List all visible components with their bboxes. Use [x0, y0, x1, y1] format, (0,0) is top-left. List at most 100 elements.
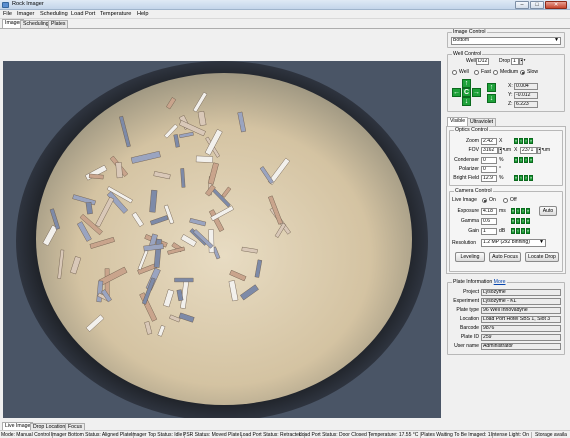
- exposure-unit: ms: [499, 208, 506, 214]
- condenser-increase-button[interactable]: »: [529, 157, 533, 163]
- fov-width-input[interactable]: 3162: [481, 147, 498, 154]
- plate-field-value: 259: [481, 334, 561, 341]
- polarizer-unit: °: [499, 166, 502, 172]
- condenser-input[interactable]: 0: [481, 157, 497, 164]
- bright-step-up-button[interactable]: ›: [524, 175, 528, 181]
- well-input[interactable]: D12: [476, 58, 489, 65]
- menu-scheduling[interactable]: Scheduling: [40, 11, 68, 17]
- resolution-select[interactable]: 1.2 MP (2x2 binning) ▼: [481, 239, 546, 247]
- focus-down-button[interactable]: ↓: [487, 94, 496, 103]
- condenser-step-up-button[interactable]: ›: [524, 157, 528, 163]
- exposure-input[interactable]: 4.18: [481, 208, 497, 215]
- drop-spinner[interactable]: ▲▼: [519, 58, 526, 65]
- menu-bar: File Imager Scheduling Load Port Tempera…: [0, 10, 570, 19]
- drop-input[interactable]: 1: [511, 58, 519, 65]
- bright-increase-button[interactable]: »: [529, 175, 533, 181]
- live-image-view[interactable]: [3, 61, 441, 418]
- exposure-increase-button[interactable]: »: [526, 208, 530, 214]
- fov-height-input[interactable]: 2371: [520, 147, 537, 154]
- move-right-button[interactable]: →: [472, 88, 481, 97]
- gain-step-down-button[interactable]: ‹: [516, 228, 520, 234]
- plate-field-label: Plate ID: [460, 334, 479, 340]
- close-button[interactable]: ✕: [545, 1, 567, 9]
- polarizer-input[interactable]: 0: [481, 166, 497, 173]
- speed-medium-radio[interactable]: [493, 70, 498, 75]
- bright-field-input[interactable]: 12.9: [481, 175, 497, 182]
- tab-plates[interactable]: Plates: [48, 20, 69, 28]
- menu-imager[interactable]: Imager: [17, 11, 34, 17]
- condenser-decrease-button[interactable]: «: [514, 157, 518, 163]
- condenser-step-down-button[interactable]: ‹: [519, 157, 523, 163]
- zoom-step-up-button[interactable]: ›: [524, 138, 528, 144]
- gamma-input[interactable]: 0.6: [481, 218, 497, 225]
- zoom-decrease-button[interactable]: «: [514, 138, 518, 144]
- move-down-button[interactable]: ↓: [462, 97, 471, 106]
- bright-decrease-button[interactable]: «: [514, 175, 518, 181]
- tab-live-image[interactable]: Live Image: [2, 422, 34, 430]
- fov-height-spinner[interactable]: ▲▼: [537, 147, 544, 154]
- gamma-increase-button[interactable]: »: [526, 218, 530, 224]
- plate-field-value: Lysozyme: [481, 289, 561, 296]
- speed-fast-label: Fast: [481, 69, 491, 75]
- gain-decrease-button[interactable]: «: [511, 228, 515, 234]
- gamma-step-up-button[interactable]: ›: [521, 218, 525, 224]
- arrow-down-icon: ↓: [464, 98, 469, 105]
- crystal-shard: [115, 162, 123, 179]
- zoom-step-down-button[interactable]: ‹: [519, 138, 523, 144]
- image-source-select[interactable]: Bottom ▼: [451, 37, 561, 45]
- locate-drop-button[interactable]: Locate Drop: [525, 252, 559, 262]
- zoom-increase-button[interactable]: »: [529, 138, 533, 144]
- status-temperature: Temperature: 17.55 °C: [368, 432, 422, 438]
- tab-scheduling[interactable]: Scheduling: [20, 20, 52, 28]
- fov-width-spinner[interactable]: ▲▼: [498, 147, 505, 154]
- focus-up-button[interactable]: ↑: [487, 83, 496, 92]
- minimize-button[interactable]: –: [515, 1, 529, 9]
- zoom-input[interactable]: 2.42: [481, 138, 497, 145]
- tab-drop-location[interactable]: Drop Location: [30, 423, 69, 430]
- tab-focus[interactable]: Focus: [65, 423, 86, 430]
- exposure-step-up-button[interactable]: ›: [521, 208, 525, 214]
- bright-step-down-button[interactable]: ‹: [519, 175, 523, 181]
- crystal-shard: [208, 229, 215, 253]
- y-label: Y:: [508, 92, 513, 98]
- bright-field-unit: %: [499, 175, 504, 181]
- tab-ultraviolet[interactable]: Ultraviolet: [467, 118, 497, 126]
- resolution-label: Resolution: [452, 240, 477, 246]
- gamma-decrease-button[interactable]: «: [511, 218, 515, 224]
- plate-field-value: 96 Well Innovadyne: [481, 307, 561, 314]
- more-link[interactable]: More: [494, 279, 506, 285]
- live-on-radio[interactable]: [482, 198, 487, 203]
- gain-increase-button[interactable]: »: [526, 228, 530, 234]
- speed-well-radio[interactable]: [452, 70, 457, 75]
- maximize-button[interactable]: □: [530, 1, 544, 9]
- auto-exposure-button[interactable]: Auto: [539, 206, 557, 216]
- live-on-label: On: [489, 197, 496, 203]
- live-off-radio[interactable]: [503, 198, 508, 203]
- image-control-label: Image Control: [452, 29, 487, 35]
- gain-input[interactable]: 1: [481, 228, 497, 235]
- move-up-button[interactable]: ↑: [462, 79, 471, 88]
- gamma-step-down-button[interactable]: ‹: [516, 218, 520, 224]
- auto-focus-button[interactable]: Auto Focus: [489, 252, 521, 262]
- menu-help[interactable]: Help: [137, 11, 149, 17]
- live-image-label: Live Image: [452, 197, 477, 203]
- leveling-button[interactable]: Leveling: [455, 252, 485, 262]
- menu-load-port[interactable]: Load Port: [71, 11, 95, 17]
- chevron-down-icon: ▼: [553, 37, 559, 43]
- polarizer-label: Polarizer: [458, 166, 479, 172]
- arrow-up-icon: ↑: [464, 80, 469, 87]
- exposure-decrease-button[interactable]: «: [511, 208, 515, 214]
- gain-step-up-button[interactable]: ›: [521, 228, 525, 234]
- move-left-button[interactable]: ←: [452, 88, 461, 97]
- speed-slow-radio[interactable]: [520, 70, 525, 75]
- status-bar: Mode: Manual Control Imager Bottom Statu…: [0, 430, 570, 438]
- chevron-down-icon: ▼: [538, 239, 544, 245]
- menu-file[interactable]: File: [3, 11, 12, 17]
- center-button[interactable]: C: [462, 88, 471, 97]
- y-readout: -0.012: [514, 92, 538, 99]
- tab-visible[interactable]: Visible: [447, 117, 469, 126]
- speed-fast-radio[interactable]: [474, 70, 479, 75]
- exposure-step-down-button[interactable]: ‹: [516, 208, 520, 214]
- menu-temperature[interactable]: Temperature: [100, 11, 131, 17]
- control-panel: Image Control Bottom ▼ Well Control Well …: [445, 28, 568, 423]
